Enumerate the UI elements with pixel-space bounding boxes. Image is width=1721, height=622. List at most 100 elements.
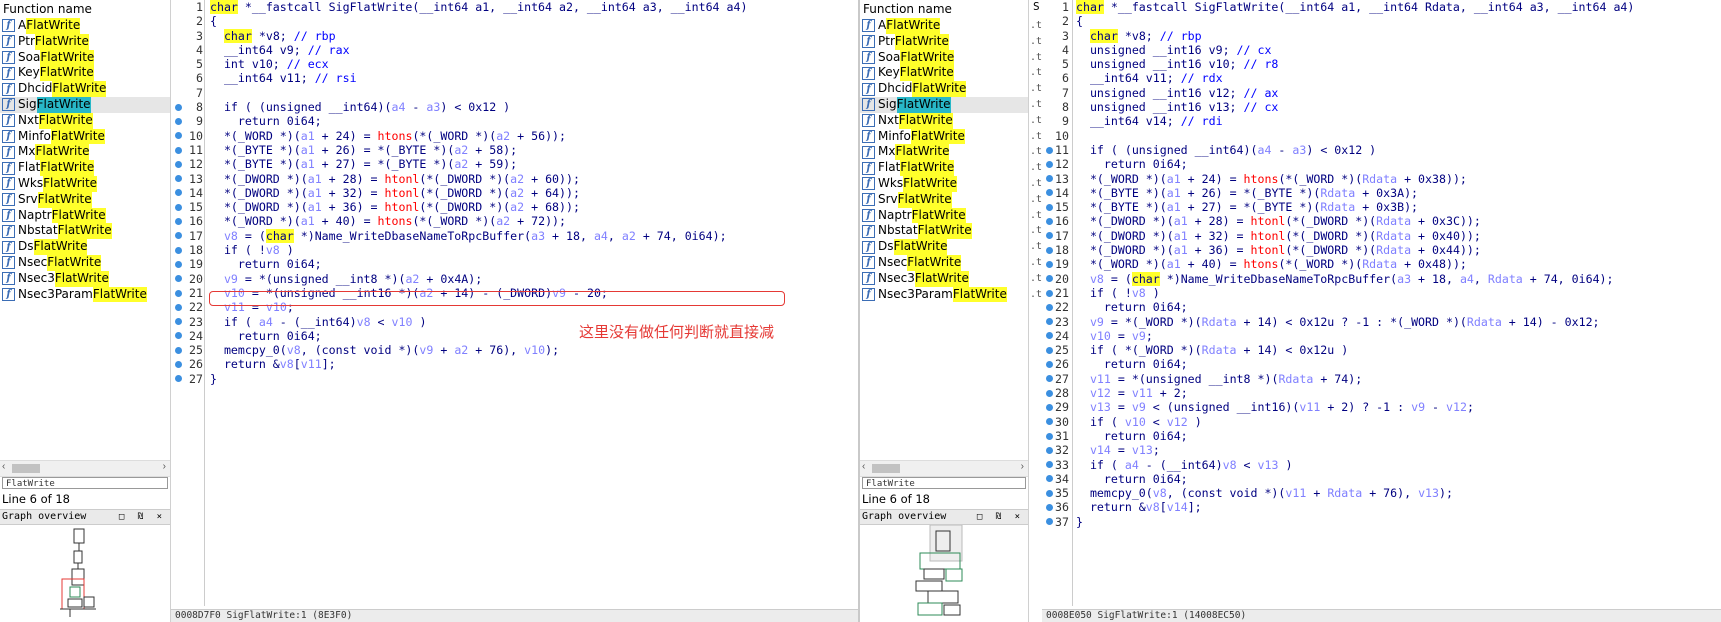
function-list-item[interactable]: f A FlatWrite bbox=[0, 18, 170, 34]
breakpoint-dot-icon[interactable] bbox=[175, 361, 182, 368]
function-list-item[interactable]: f Dhcid FlatWrite bbox=[860, 81, 1028, 97]
code-line[interactable]: 8 unsigned __int16 v13; // cx bbox=[1050, 100, 1634, 114]
code-line[interactable]: 19 *(_WORD *)(a1 + 40) = htons(*(_WORD *… bbox=[1050, 257, 1634, 271]
breakpoint-dot-icon[interactable] bbox=[175, 146, 182, 154]
code-line[interactable]: 1 char *__fastcall SigFlatWrite(__int64 … bbox=[184, 0, 747, 14]
scroll-left-icon[interactable]: ‹ bbox=[862, 461, 865, 472]
function-list-item[interactable]: f Nsec3Param FlatWrite bbox=[0, 286, 170, 303]
code-line[interactable]: 22 return 0i64; bbox=[1050, 300, 1634, 314]
window-controls[interactable]: □ ₪ × bbox=[977, 510, 1024, 524]
function-list-item[interactable]: f Srv FlatWrite bbox=[0, 191, 170, 208]
breakpoint-dot-icon[interactable] bbox=[175, 103, 182, 111]
code-line[interactable]: 30 if ( v10 < v12 ) bbox=[1050, 415, 1634, 429]
code-line[interactable]: 31 return 0i64; bbox=[1050, 429, 1634, 443]
code-line[interactable]: 10 *(_WORD *)(a1 + 24) = htons(*(_WORD *… bbox=[184, 129, 747, 143]
code-line[interactable]: 1 char *__fastcall SigFlatWrite(__int64 … bbox=[1050, 0, 1634, 14]
function-list-item[interactable]: f Sig FlatWrite bbox=[0, 96, 170, 113]
function-list-item[interactable]: f Nbstat FlatWrite bbox=[860, 223, 1028, 240]
function-list-item[interactable]: f Nsec FlatWrite bbox=[0, 254, 170, 271]
function-list-item[interactable]: f Wks FlatWrite bbox=[860, 175, 1028, 192]
code-line[interactable]: 37 } bbox=[1050, 515, 1634, 529]
code-line[interactable]: 26 return 0i64; bbox=[1050, 357, 1634, 371]
code-line[interactable]: 3 char *v8; // rbp bbox=[184, 28, 747, 43]
code-line[interactable]: 36 return &v8[v14]; bbox=[1050, 500, 1634, 514]
code-line[interactable]: 24 v10 = v9; bbox=[1050, 329, 1634, 343]
function-list-item[interactable]: f Flat FlatWrite bbox=[0, 160, 170, 176]
code-line[interactable]: 25 memcpy_0(v8, (const void *)(v9 + a2 +… bbox=[184, 343, 747, 357]
function-list-item[interactable]: f Naptr FlatWrite bbox=[0, 207, 170, 224]
function-list-item[interactable]: f Nxt FlatWrite bbox=[860, 112, 1028, 129]
function-list-item[interactable]: f Ptr FlatWrite bbox=[860, 33, 1028, 50]
function-list-item[interactable]: f Nbstat FlatWrite bbox=[0, 223, 170, 240]
code-line[interactable]: 9 __int64 v14; // rdi bbox=[1050, 114, 1634, 128]
graph-overview[interactable] bbox=[860, 524, 1028, 622]
code-line[interactable]: 7 unsigned __int16 v12; // ax bbox=[1050, 86, 1634, 100]
breakpoint-dot-icon[interactable] bbox=[175, 375, 182, 383]
pseudocode-view[interactable]: 1 char *__fastcall SigFlatWrite(__int64 … bbox=[1042, 0, 1721, 622]
code-line[interactable]: 13 *(_DWORD *)(a1 + 28) = htonl(*(_DWORD… bbox=[184, 172, 747, 186]
code-line[interactable]: 2 { bbox=[184, 14, 747, 28]
function-list-item[interactable]: f Nsec3 FlatWrite bbox=[0, 270, 170, 287]
code-line[interactable]: 17 *(_DWORD *)(a1 + 32) = htonl(*(_DWORD… bbox=[1050, 229, 1634, 243]
function-filter-input[interactable]: FlatWrite bbox=[2, 477, 168, 489]
code-line[interactable]: 16 *(_WORD *)(a1 + 40) = htons(*(_WORD *… bbox=[184, 214, 747, 228]
function-list-item[interactable]: f Soa FlatWrite bbox=[0, 49, 170, 66]
code-line[interactable]: 29 v13 = v9 < (unsigned __int16)(v11 + 2… bbox=[1050, 400, 1634, 414]
code-line[interactable]: 25 if ( *(_WORD *)(Rdata + 14) < 0x12u ) bbox=[1050, 343, 1634, 357]
code-line[interactable]: 8 if ( (unsigned __int64)(a4 - a3) < 0x1… bbox=[184, 100, 747, 114]
breakpoint-dot-icon[interactable] bbox=[175, 246, 182, 254]
code-line[interactable]: 4 __int64 v9; // rax bbox=[184, 43, 747, 57]
code-line[interactable]: 15 *(_BYTE *)(a1 + 27) = *(_BYTE *)(Rdat… bbox=[1050, 200, 1634, 214]
scroll-right-icon[interactable]: › bbox=[1021, 461, 1024, 472]
code-line[interactable]: 19 return 0i64; bbox=[184, 257, 747, 271]
function-list-item[interactable]: f Srv FlatWrite bbox=[860, 191, 1028, 208]
code-line[interactable]: 11 *(_BYTE *)(a1 + 26) = *(_BYTE *)(a2 +… bbox=[184, 143, 747, 157]
code-line[interactable]: 28 v12 = v11 + 2; bbox=[1050, 386, 1634, 400]
code-line[interactable]: 5 int v10; // ecx bbox=[184, 57, 747, 71]
graph-overview-tab[interactable]: Graph overview □ ₪ × bbox=[860, 509, 1028, 525]
code-line[interactable]: 16 *(_DWORD *)(a1 + 28) = htonl(*(_DWORD… bbox=[1050, 214, 1634, 228]
breakpoint-dot-icon[interactable] bbox=[175, 117, 182, 125]
code-line[interactable]: 7 bbox=[184, 86, 747, 100]
code-line[interactable]: 12 *(_BYTE *)(a1 + 27) = *(_BYTE *)(a2 +… bbox=[184, 157, 747, 171]
code-line[interactable]: 35 memcpy_0(v8, (const void *)(v11 + Rda… bbox=[1050, 486, 1634, 500]
code-line[interactable]: 33 if ( a4 - (__int64)v8 < v13 ) bbox=[1050, 458, 1634, 472]
function-list-item[interactable]: f Nsec3 FlatWrite bbox=[860, 270, 1028, 287]
function-list-item[interactable]: f A FlatWrite bbox=[860, 18, 1028, 34]
function-filter-input[interactable]: FlatWrite bbox=[862, 477, 1026, 489]
code-line[interactable]: 9 return 0i64; bbox=[184, 114, 747, 128]
function-list-item[interactable]: f Key FlatWrite bbox=[0, 65, 170, 82]
breakpoint-dot-icon[interactable] bbox=[175, 332, 182, 340]
function-list-item[interactable]: f Soa FlatWrite bbox=[860, 49, 1028, 66]
breakpoint-dot-icon[interactable] bbox=[175, 175, 182, 183]
code-line[interactable]: 3 char *v8; // rbp bbox=[1050, 28, 1634, 43]
function-list-item[interactable]: f Wks FlatWrite bbox=[0, 175, 170, 192]
function-list-item[interactable]: f Dhcid FlatWrite bbox=[0, 81, 170, 97]
breakpoint-dot-icon[interactable] bbox=[175, 232, 182, 240]
code-line[interactable]: 6 __int64 v11; // rdx bbox=[1050, 71, 1634, 85]
breakpoint-dot-icon[interactable] bbox=[175, 132, 182, 140]
code-line[interactable]: 23 v9 = *(_WORD *)(Rdata + 14) < 0x12u ?… bbox=[1050, 315, 1634, 329]
function-list-item[interactable]: f Mx FlatWrite bbox=[860, 144, 1028, 161]
code-line[interactable]: 5 unsigned __int16 v10; // r8 bbox=[1050, 57, 1634, 71]
breakpoint-dot-icon[interactable] bbox=[175, 303, 182, 311]
breakpoint-dot-icon[interactable] bbox=[175, 203, 182, 211]
code-line[interactable]: 21 if ( !v8 ) bbox=[1050, 286, 1634, 300]
code-line[interactable]: 27 } bbox=[184, 372, 747, 386]
function-list-item[interactable]: f Nxt FlatWrite bbox=[0, 112, 170, 129]
function-list-item[interactable]: f Ptr FlatWrite bbox=[0, 33, 170, 50]
code-line[interactable]: 2 { bbox=[1050, 14, 1634, 28]
code-line[interactable]: 20 v9 = *(unsigned __int8 *)(a2 + 0x4A); bbox=[184, 272, 747, 286]
function-list-scrollbar[interactable]: ‹ › bbox=[0, 460, 170, 477]
code-line[interactable]: 6 __int64 v11; // rsi bbox=[184, 71, 747, 85]
code-line[interactable]: 14 *(_DWORD *)(a1 + 32) = htonl(*(_DWORD… bbox=[184, 186, 747, 200]
function-list-item[interactable]: f Ds FlatWrite bbox=[0, 239, 170, 255]
code-line[interactable]: 34 return 0i64; bbox=[1050, 472, 1634, 486]
code-line[interactable]: 10 bbox=[1050, 129, 1634, 143]
code-line[interactable]: 18 *(_DWORD *)(a1 + 36) = htonl(*(_DWORD… bbox=[1050, 243, 1634, 257]
breakpoint-dot-icon[interactable] bbox=[175, 289, 182, 297]
function-list-item[interactable]: f Key FlatWrite bbox=[860, 65, 1028, 82]
graph-overview-tab[interactable]: Graph overview □ ₪ × bbox=[0, 509, 170, 525]
function-list-item[interactable]: f Naptr FlatWrite bbox=[860, 207, 1028, 224]
code-line[interactable]: 17 v8 = (char *)Name_WriteDbaseNameToRpc… bbox=[184, 228, 747, 243]
